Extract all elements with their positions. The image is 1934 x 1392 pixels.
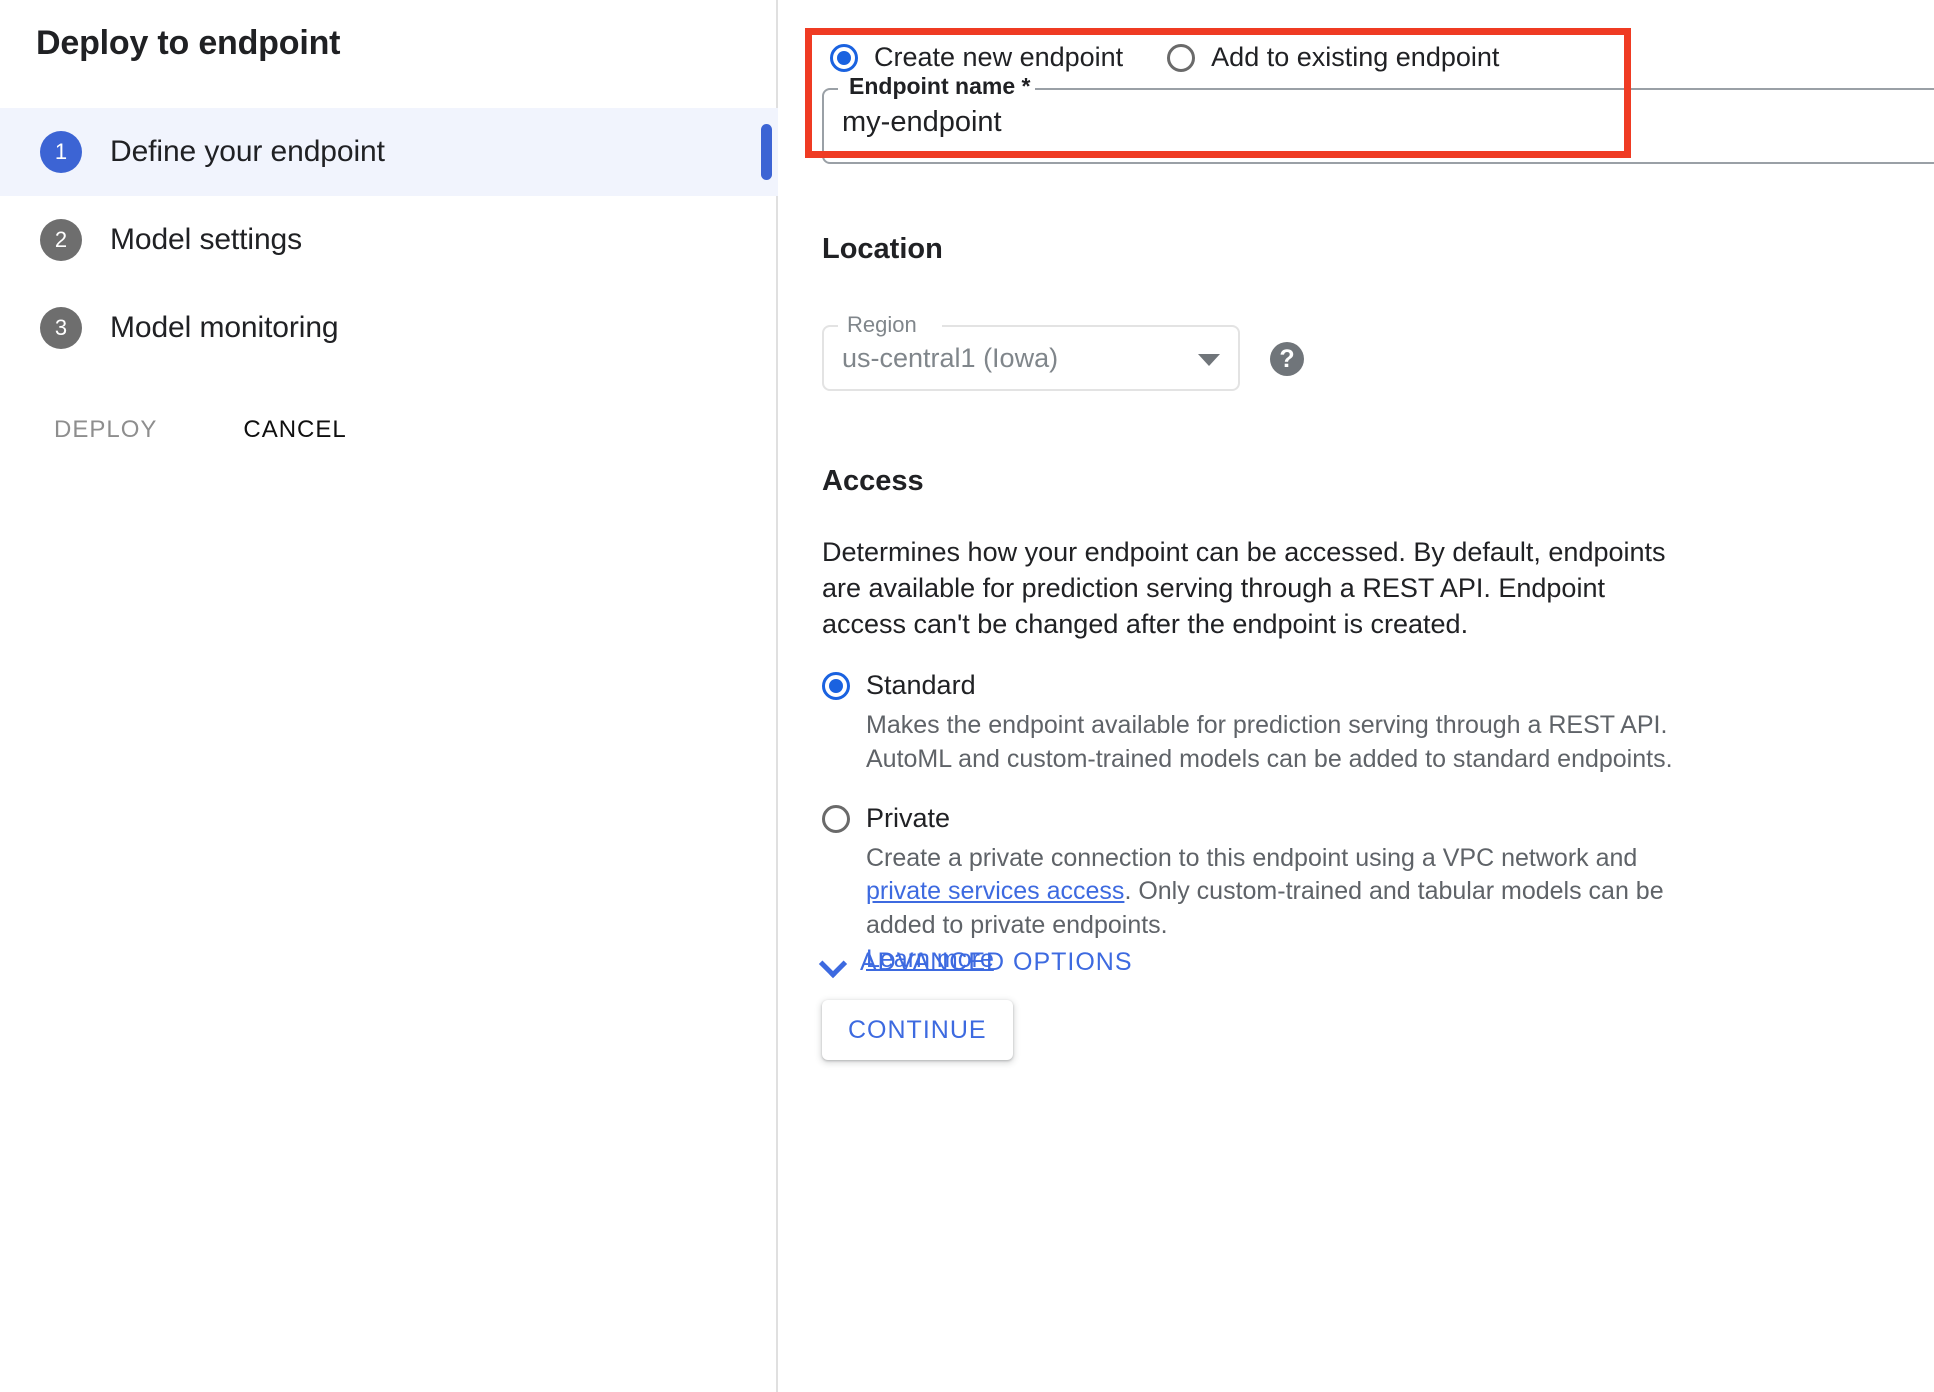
- sidebar-actions: DEPLOY CANCEL: [40, 408, 361, 452]
- access-option-description: Makes the endpoint available for predict…: [866, 711, 1673, 773]
- access-heading: Access: [822, 465, 924, 497]
- endpoint-name-input[interactable]: [842, 106, 1934, 139]
- advanced-options-label: ADVANCED OPTIONS: [860, 948, 1133, 976]
- wizard-sidebar: Deploy to endpoint 1 Define your endpoin…: [0, 0, 778, 1392]
- radio-label: Create new endpoint: [874, 42, 1124, 72]
- step-label: Model settings: [110, 223, 303, 256]
- help-icon[interactable]: ?: [1270, 342, 1304, 376]
- advanced-options-toggle[interactable]: ADVANCED OPTIONS: [820, 948, 1133, 977]
- radio-create-new-endpoint[interactable]: Create new endpoint: [830, 42, 1123, 73]
- chevron-down-icon[interactable]: [1198, 354, 1220, 366]
- sidebar-item-model-settings[interactable]: 2 Model settings: [0, 196, 778, 284]
- access-option-label: Private: [866, 802, 951, 833]
- active-step-indicator: [761, 124, 772, 180]
- step-label: Model monitoring: [110, 311, 339, 344]
- chevron-down-icon[interactable]: [820, 950, 846, 976]
- wizard-content-panel: Create new endpoint Add to existing endp…: [778, 0, 1934, 1392]
- radio-add-to-existing-endpoint[interactable]: Add to existing endpoint: [1167, 42, 1499, 73]
- endpoint-name-label: Endpoint name *: [844, 73, 1036, 100]
- location-heading: Location: [822, 233, 943, 265]
- deploy-button[interactable]: DEPLOY: [40, 408, 171, 452]
- region-label: Region: [842, 312, 922, 338]
- access-description: Determines how your endpoint can be acce…: [822, 537, 1666, 639]
- radio-selected-icon[interactable]: [830, 43, 858, 72]
- step-label: Define your endpoint: [110, 135, 385, 168]
- radio-selected-icon[interactable]: [822, 672, 850, 700]
- step-number-badge: 2: [40, 219, 82, 261]
- wizard-step-list: 1 Define your endpoint 2 Model settings …: [0, 108, 778, 372]
- cancel-button[interactable]: CANCEL: [229, 408, 360, 452]
- radio-unselected-icon[interactable]: [822, 804, 850, 833]
- access-option-label: Standard: [866, 670, 976, 700]
- radio-unselected-icon[interactable]: [1167, 43, 1196, 72]
- radio-label: Add to existing endpoint: [1211, 42, 1500, 72]
- step-number-badge: 1: [40, 131, 82, 173]
- sidebar-item-define-your-endpoint[interactable]: 1 Define your endpoint: [0, 108, 778, 196]
- private-services-access-link[interactable]: private services access: [866, 877, 1124, 905]
- page-title: Deploy to endpoint: [36, 24, 341, 62]
- step-number-badge: 3: [40, 307, 82, 349]
- sidebar-item-model-monitoring[interactable]: 3 Model monitoring: [0, 284, 778, 372]
- region-help-icon[interactable]: ?: [1270, 342, 1304, 376]
- endpoint-mode-radio-group: Create new endpoint Add to existing endp…: [830, 42, 1499, 73]
- radio-option-standard[interactable]: Standard Makes the endpoint available fo…: [822, 670, 1702, 777]
- region-selected-value: us-central1 (Iowa): [842, 343, 1059, 373]
- deploy-to-endpoint-page: Deploy to endpoint 1 Define your endpoin…: [0, 0, 1934, 1392]
- region-select[interactable]: Region us-central1 (Iowa): [822, 312, 1240, 391]
- continue-button[interactable]: CONTINUE: [822, 1000, 1013, 1060]
- endpoint-name-field[interactable]: Endpoint name *: [822, 73, 1934, 164]
- description-text-part-1: Create a private connection to this endp…: [866, 843, 1638, 872]
